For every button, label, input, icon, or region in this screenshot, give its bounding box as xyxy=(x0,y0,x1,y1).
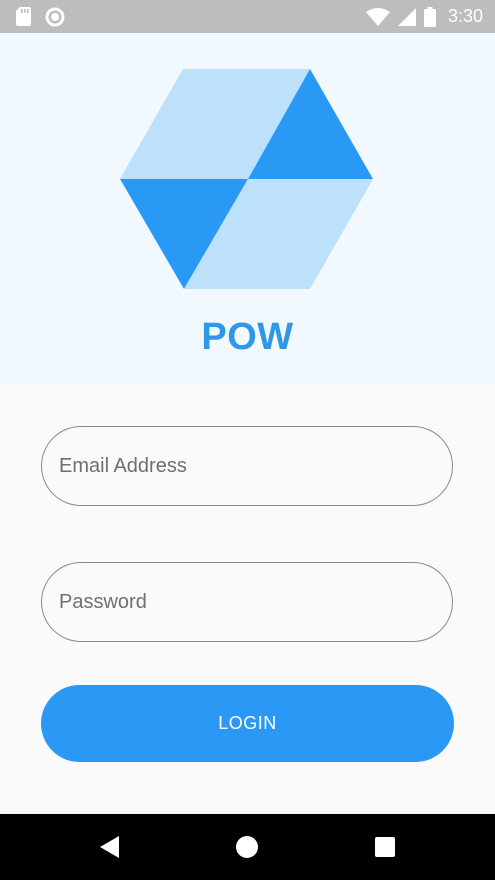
login-button-label: LOGIN xyxy=(218,713,277,733)
status-right: 3:30 xyxy=(365,6,483,27)
nav-back-button[interactable] xyxy=(70,814,150,880)
sync-circle-icon xyxy=(45,7,65,26)
battery-icon xyxy=(423,6,436,27)
email-field[interactable]: Email Address xyxy=(41,426,453,506)
nav-recents-button[interactable] xyxy=(345,814,425,880)
app-header: POW xyxy=(0,33,495,385)
signal-icon xyxy=(397,7,416,26)
app-title: POW xyxy=(201,316,294,358)
hexagon-cube-logo-icon xyxy=(120,69,373,289)
wifi-icon xyxy=(365,7,390,26)
login-button[interactable]: LOGIN xyxy=(41,685,454,762)
home-icon xyxy=(236,836,258,858)
sd-card-icon xyxy=(16,7,31,26)
status-bar: 3:30 xyxy=(0,0,495,33)
recents-icon xyxy=(375,837,395,857)
status-time: 3:30 xyxy=(447,6,483,26)
navigation-bar xyxy=(0,814,495,880)
password-placeholder: Password xyxy=(59,590,147,613)
email-placeholder: Email Address xyxy=(59,454,187,477)
nav-home-button[interactable] xyxy=(207,814,287,880)
password-field[interactable]: Password xyxy=(41,562,453,642)
back-icon xyxy=(100,836,119,858)
status-left xyxy=(16,7,65,27)
